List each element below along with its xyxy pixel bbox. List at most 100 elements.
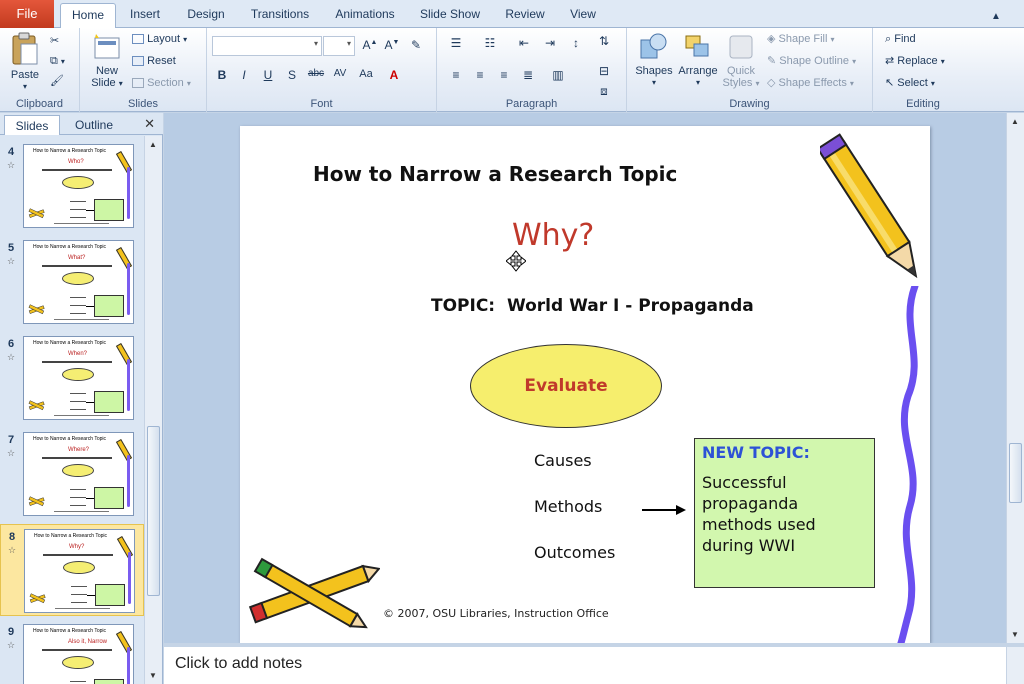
thumbnail-row[interactable]: 5 ☆ How to Narrow a Research Topic What? bbox=[0, 236, 144, 328]
slide-topic[interactable]: TOPIC: World War I - Propaganda bbox=[431, 296, 754, 316]
new-topic-body: Successful propaganda methods used durin… bbox=[702, 473, 816, 555]
editor-scroll-up-icon[interactable]: ▲ bbox=[1011, 117, 1019, 126]
clear-formatting-icon[interactable]: ✎ bbox=[407, 38, 425, 52]
slide-thumbnail[interactable]: How to Narrow a Research Topic When? bbox=[23, 336, 134, 420]
item-outcomes[interactable]: Outcomes bbox=[534, 543, 615, 562]
tab-design[interactable]: Design bbox=[178, 3, 234, 28]
item-causes[interactable]: Causes bbox=[534, 451, 592, 470]
justify-icon[interactable]: ≣ bbox=[519, 68, 537, 82]
ribbon: Paste ▾ ✂ ⧉ ▾ 🖌 Clipboard New Slide ▾ La… bbox=[0, 28, 1024, 112]
arrange-dropdown-icon[interactable]: ▾ bbox=[675, 77, 721, 89]
tab-review[interactable]: Review bbox=[497, 3, 553, 28]
tab-insert[interactable]: Insert bbox=[120, 3, 170, 28]
editor-scrollbar[interactable]: ▲ ▼ bbox=[1006, 113, 1024, 643]
layout-button[interactable]: Layout ▾ bbox=[132, 30, 187, 48]
tab-outline[interactable]: Outline bbox=[62, 115, 126, 135]
panel-scrollbar[interactable]: ▲ ▼ bbox=[144, 136, 162, 684]
thumbnail-row[interactable]: 6 ☆ How to Narrow a Research Topic When? bbox=[0, 332, 144, 424]
new-slide-button[interactable]: New Slide ▾ bbox=[86, 32, 128, 90]
thumbnail-row[interactable]: 4 ☆ How to Narrow a Research Topic Who? bbox=[0, 140, 144, 232]
text-direction-icon[interactable]: ⇅ bbox=[595, 34, 613, 48]
font-color-icon[interactable]: A bbox=[385, 68, 403, 82]
slide-thumbnail[interactable]: How to Narrow a Research Topic Also it, N… bbox=[23, 624, 134, 684]
scissors-icon: ✂ bbox=[50, 35, 60, 47]
paste-dropdown-icon[interactable]: ▾ bbox=[6, 81, 44, 93]
cut-button[interactable]: ✂ bbox=[50, 32, 59, 50]
minimize-ribbon-icon[interactable]: ▲ bbox=[990, 11, 1002, 23]
format-painter-button[interactable]: 🖌 bbox=[50, 72, 64, 90]
grow-font-icon[interactable]: A▲ bbox=[361, 38, 379, 52]
slide-canvas[interactable]: How to Narrow a Research Topic Why? TOPI… bbox=[240, 126, 930, 643]
bullets-icon[interactable]: ☰ bbox=[447, 36, 465, 50]
editor-scroll-thumb[interactable] bbox=[1009, 443, 1022, 503]
tab-slide-show[interactable]: Slide Show bbox=[414, 3, 486, 28]
align-text-icon[interactable]: ⊟ bbox=[595, 64, 613, 78]
font-group: ▾ ▾ A▲ A▼ ✎ B I U S abc AV Aa A Font bbox=[207, 28, 437, 112]
change-case-icon[interactable]: Aa bbox=[357, 68, 375, 80]
replace-button[interactable]: ⇄ Replace ▾ bbox=[885, 52, 945, 70]
line-spacing-icon[interactable]: ↕ bbox=[567, 36, 585, 50]
slide-thumbnail[interactable]: How to Narrow a Research Topic Why? bbox=[24, 529, 135, 613]
font-size-field[interactable]: ▾ bbox=[323, 36, 355, 56]
tab-animations[interactable]: Animations bbox=[328, 3, 402, 28]
shrink-font-icon[interactable]: A▼ bbox=[383, 38, 401, 52]
align-center-icon[interactable]: ≡ bbox=[471, 68, 489, 82]
thumbnail-list: 4 ☆ How to Narrow a Research Topic Who? 5 ☆ Ho… bbox=[0, 136, 144, 684]
editor-scroll-down-icon[interactable]: ▼ bbox=[1011, 630, 1019, 639]
section-button[interactable]: Section ▾ bbox=[132, 74, 191, 92]
arrow-icon[interactable] bbox=[642, 504, 686, 516]
thumbnail-row[interactable]: 7 ☆ How to Narrow a Research Topic Where? bbox=[0, 428, 144, 520]
underline-icon[interactable]: U bbox=[259, 68, 277, 82]
decrease-indent-icon[interactable]: ⇤ bbox=[515, 36, 533, 50]
notes-placeholder[interactable]: Click to add notes bbox=[175, 655, 302, 673]
reset-button[interactable]: Reset bbox=[132, 52, 176, 70]
tab-slides[interactable]: Slides bbox=[4, 115, 60, 135]
character-spacing-icon[interactable]: AV bbox=[331, 68, 349, 79]
thumbnail-row[interactable]: 9 ☆ How to Narrow a Research Topic Also it,… bbox=[0, 620, 144, 684]
strikethrough-icon[interactable]: abc bbox=[307, 68, 325, 79]
italic-icon[interactable]: I bbox=[235, 68, 253, 82]
panel-scroll-thumb[interactable] bbox=[147, 426, 160, 596]
slide-title[interactable]: How to Narrow a Research Topic bbox=[313, 162, 677, 186]
font-name-field[interactable]: ▾ bbox=[212, 36, 322, 56]
thumbnail-pencils-icon bbox=[28, 496, 45, 507]
tab-view[interactable]: View bbox=[560, 3, 606, 28]
paste-button[interactable]: Paste ▾ bbox=[6, 32, 44, 93]
copy-button[interactable]: ⧉ ▾ bbox=[50, 52, 65, 70]
columns-icon[interactable]: ▥ bbox=[549, 68, 567, 82]
slide-question[interactable]: Why? bbox=[512, 218, 594, 253]
font-size-dropdown-icon[interactable]: ▾ bbox=[347, 39, 351, 48]
tab-transitions[interactable]: Transitions bbox=[244, 3, 316, 28]
slide-thumbnail[interactable]: How to Narrow a Research Topic Where? bbox=[23, 432, 134, 516]
shapes-dropdown-icon[interactable]: ▾ bbox=[633, 77, 675, 89]
close-icon[interactable]: ✕ bbox=[144, 116, 155, 132]
align-right-icon[interactable]: ≡ bbox=[495, 68, 513, 82]
shape-outline-button[interactable]: ✎ Shape Outline ▾ bbox=[767, 52, 856, 70]
find-button[interactable]: ⌕ Find bbox=[885, 30, 916, 48]
align-left-icon[interactable]: ≡ bbox=[447, 68, 465, 82]
topic-value: World War I - Propaganda bbox=[506, 296, 754, 316]
shadow-icon[interactable]: S bbox=[283, 68, 301, 82]
shape-fill-button[interactable]: ◈ Shape Fill ▾ bbox=[767, 30, 835, 48]
increase-indent-icon[interactable]: ⇥ bbox=[541, 36, 559, 50]
slide-thumbnail[interactable]: How to Narrow a Research Topic Who? bbox=[23, 144, 134, 228]
smartart-icon[interactable]: ⧈ bbox=[595, 84, 613, 99]
item-methods[interactable]: Methods bbox=[534, 497, 602, 516]
slide-thumbnail[interactable]: How to Narrow a Research Topic What? bbox=[23, 240, 134, 324]
quick-styles-button[interactable]: Quick Styles ▾ bbox=[721, 32, 761, 90]
scroll-up-icon[interactable]: ▲ bbox=[149, 140, 157, 149]
new-topic-box[interactable]: NEW TOPIC: Successful propaganda methods… bbox=[694, 438, 875, 588]
thumbnail-row[interactable]: 8 ☆ How to Narrow a Research Topic Why? bbox=[0, 524, 144, 616]
notes-scrollbar[interactable] bbox=[1006, 647, 1024, 684]
arrange-button[interactable]: Arrange ▾ bbox=[675, 32, 721, 89]
shapes-button[interactable]: Shapes ▾ bbox=[633, 32, 675, 89]
tab-file[interactable]: File bbox=[0, 0, 54, 28]
tab-home[interactable]: Home bbox=[60, 3, 116, 29]
bold-icon[interactable]: B bbox=[213, 68, 231, 82]
select-button[interactable]: ↖ Select ▾ bbox=[885, 74, 935, 92]
font-name-dropdown-icon[interactable]: ▾ bbox=[314, 39, 318, 48]
notes-pane[interactable]: Click to add notes bbox=[164, 643, 1024, 684]
shape-effects-button[interactable]: ◇ Shape Effects ▾ bbox=[767, 74, 854, 92]
scroll-down-icon[interactable]: ▼ bbox=[149, 671, 157, 680]
numbering-icon[interactable]: ☷ bbox=[481, 36, 499, 50]
